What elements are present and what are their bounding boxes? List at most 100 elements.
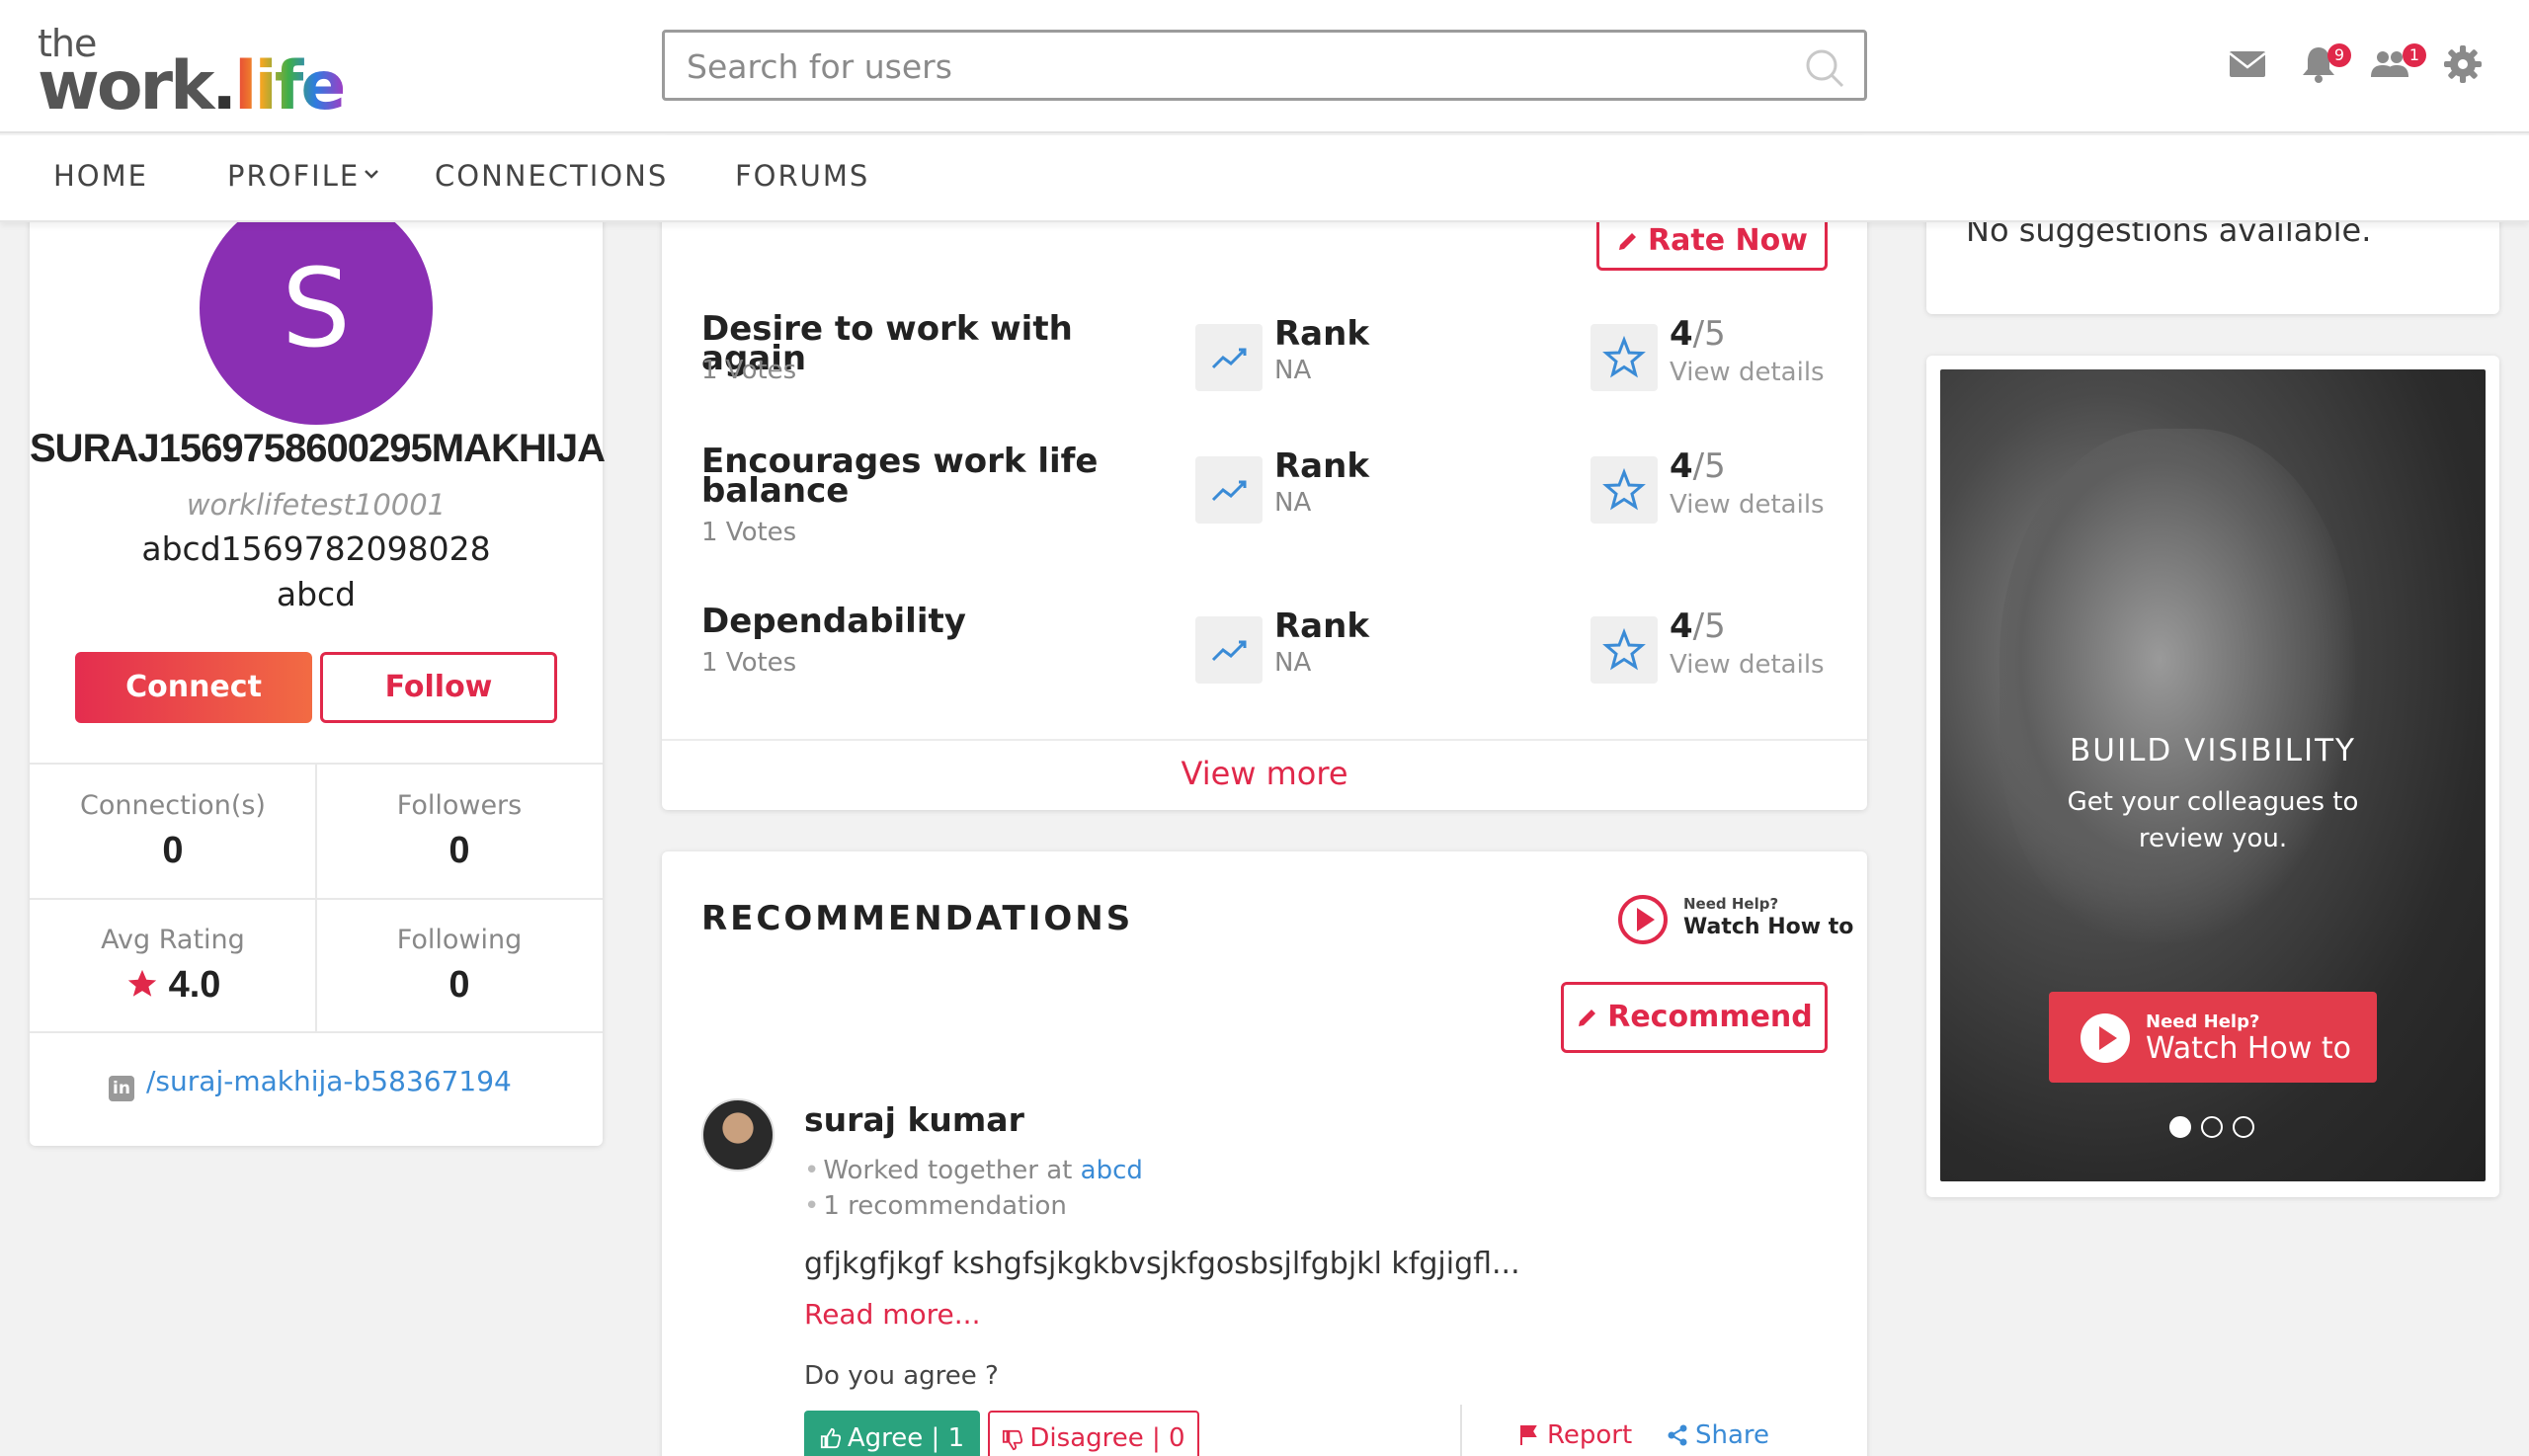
stat-followers-value: 0 [449,830,470,871]
worked-together: • Worked together at abcd [804,1156,1143,1185]
rating-votes: 1 Votes [701,518,797,547]
follow-button[interactable]: Follow [320,652,557,723]
rank-value: NA [1274,648,1312,678]
profile-name: SURAJ1569758600295MAKHIJA [30,427,606,470]
stat-avg-rating-value: 4.0 [168,964,221,1006]
rank-label: Rank [1274,607,1369,646]
logo-work: work [38,47,214,125]
score-max: /5 [1692,607,1726,646]
connect-button[interactable]: Connect [75,652,312,723]
trend-button[interactable] [1195,616,1263,684]
rating-title: Encourages work life balance [701,442,1099,511]
rank-value: NA [1274,356,1312,385]
star-outline-icon [1602,627,1646,671]
stat-following-label: Following [396,925,523,955]
score-value: 4 [1670,607,1693,646]
friend-request-badge: 1 [2403,43,2426,67]
chevron-down-icon [365,170,379,179]
score-value: 4 [1670,314,1693,354]
play-icon [1618,895,1668,944]
rating-title: Dependability [701,602,966,641]
score-max: /5 [1692,446,1726,486]
profile-line-2: abcd [276,575,357,613]
nav-connections[interactable]: CONNECTIONS [435,159,668,193]
promo-background-image [1999,429,2355,942]
recommender-avatar[interactable] [701,1098,775,1172]
stat-connections-label: Connection(s) [80,790,266,821]
pencil-icon [1619,233,1637,250]
disagree-button[interactable]: Disagree | 0 [988,1411,1199,1456]
view-details-link[interactable]: View details [1670,358,1825,387]
agree-question: Do you agree ? [804,1361,999,1391]
carousel-dots [2169,1116,2268,1140]
promo-carousel: BUILD VISIBILITY Get your colleagues to … [1940,369,2486,1181]
flag-icon [1520,1425,1537,1445]
nav-home[interactable]: HOME [53,159,148,193]
trend-button[interactable] [1195,456,1263,524]
carousel-dot[interactable] [2201,1116,2223,1138]
promo-subtitle: Get your colleagues to review you. [2067,787,2359,853]
trend-button[interactable] [1195,324,1263,391]
promo-title: BUILD VISIBILITY [2070,733,2356,768]
rate-now-label: Rate Now [1648,223,1808,258]
search-icon[interactable] [1803,46,1846,90]
view-details-link[interactable]: View details [1670,490,1825,520]
stats-grid: Connection(s) 0 Followers 0 Avg Rating 4… [30,763,603,1033]
recommender-name[interactable]: suraj kumar [804,1100,1024,1139]
promo-watch-button[interactable]: Need Help? Watch How to [2049,992,2377,1083]
score: 4/5 [1670,607,1726,646]
stat-following-value: 0 [449,964,470,1006]
main-nav: HOME PROFILE CONNECTIONS FORUMS [0,135,2529,222]
rate-star-button[interactable] [1591,324,1658,391]
search-box [662,30,1867,101]
divider [30,1031,603,1033]
carousel-dot[interactable] [2233,1116,2254,1138]
worked-together-label: Worked together at [823,1156,1073,1185]
share-icon [1668,1424,1687,1446]
recommend-button[interactable]: Recommend [1561,982,1828,1053]
stat-following[interactable]: Following 0 [316,899,603,1032]
read-more-link[interactable]: Read more... [804,1298,981,1331]
trend-icon [1211,348,1247,369]
mail-icon[interactable] [2227,43,2268,85]
watch-how-to-link[interactable]: Need Help? Watch How to [1618,891,1853,950]
linkedin-link[interactable]: in/suraj-makhija-b58367194 [109,1065,512,1101]
carousel-dot[interactable] [2169,1116,2191,1138]
stat-connections[interactable]: Connection(s) 0 [30,765,316,898]
nav-profile[interactable]: PROFILE [227,159,381,193]
view-more-link[interactable]: View more [662,755,1867,792]
agree-button[interactable]: Agree | 1 [804,1411,980,1456]
search-input[interactable] [687,44,1754,88]
star-outline-icon [1602,467,1646,511]
avatar: S [200,192,433,425]
view-details-link[interactable]: View details [1670,650,1825,680]
report-link[interactable]: Report [1517,1420,1632,1450]
rating-row: Encourages work life balance 1 Votes Ran… [662,442,1867,565]
rank-value: NA [1274,488,1312,518]
logo-dot: . [211,47,237,125]
rating-row: Dependability 1 Votes Rank NA 4/5 View d… [662,602,1867,725]
thumbs-up-icon [820,1427,841,1449]
disagree-label: Disagree | 0 [1029,1423,1185,1453]
profile-username: worklifetest10001 [186,488,447,522]
stat-followers[interactable]: Followers 0 [316,765,603,898]
bullet: • [804,1191,820,1221]
rank-label: Rank [1274,314,1369,354]
gear-icon[interactable] [2442,43,2484,85]
linkedin-url: /suraj-makhija-b58367194 [146,1065,512,1097]
thumbs-down-icon [1003,1429,1023,1451]
rate-star-button[interactable] [1591,616,1658,684]
share-link[interactable]: Share [1666,1420,1769,1450]
promo-help-small: Need Help? [2146,1011,2260,1032]
play-icon [2080,1013,2130,1063]
rating-votes: 1 Votes [701,356,797,385]
trend-icon [1211,480,1247,502]
bullet: • [804,1156,820,1185]
logo[interactable]: the work.life [38,22,354,125]
promo-help-big: Watch How to [2146,1031,2352,1066]
stat-avg-rating-label: Avg Rating [101,925,245,955]
star-icon [127,969,156,997]
company-link[interactable]: abcd [1081,1156,1143,1185]
nav-forums[interactable]: FORUMS [735,159,869,193]
rate-star-button[interactable] [1591,456,1658,524]
